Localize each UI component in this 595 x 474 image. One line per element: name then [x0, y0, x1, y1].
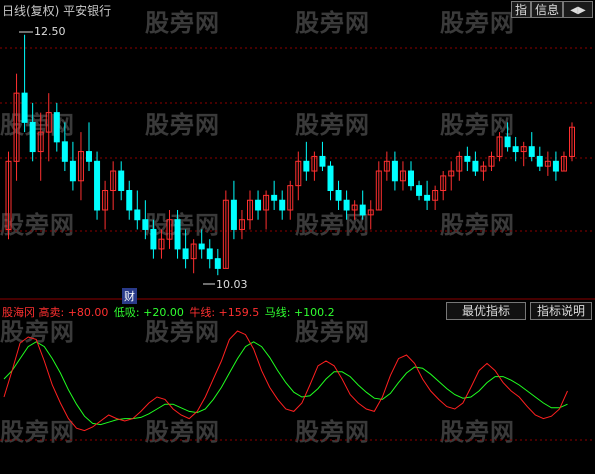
candle-body	[303, 160, 310, 172]
indicator-help-button[interactable]: 指标说明	[530, 302, 592, 320]
candle-body	[126, 190, 133, 211]
candle-body	[206, 248, 213, 260]
legend-item: 马线: +100.2	[264, 306, 335, 319]
info-button[interactable]: 信息	[531, 1, 563, 18]
candle-body	[464, 155, 471, 162]
grid-lines	[0, 47, 595, 441]
candle-body	[512, 146, 519, 153]
candle-body	[142, 219, 149, 230]
candle-body	[182, 248, 189, 260]
candle-body	[472, 160, 479, 172]
candle-body	[134, 209, 141, 221]
candle-body	[255, 199, 262, 211]
candle-body	[198, 243, 205, 250]
chart-canvas	[0, 31, 595, 441]
candle-body	[29, 121, 36, 153]
candle-body	[327, 165, 334, 192]
candle-body	[359, 204, 366, 216]
bull-line	[3, 330, 568, 432]
index-button[interactable]: 指	[511, 1, 531, 18]
candle-body	[94, 160, 101, 211]
nav-arrows-button[interactable]: ◀▶	[563, 1, 593, 18]
candle-body	[279, 199, 286, 211]
candle-body	[150, 228, 157, 250]
candle-body	[424, 194, 431, 201]
candle-body	[69, 160, 76, 182]
candle-body	[230, 199, 237, 230]
candle-body	[319, 155, 326, 167]
indicator-legend: 股海冈 高卖: +80.00 低吸: +20.00 牛线: +159.5 马线:…	[2, 304, 337, 320]
candle-body	[536, 155, 543, 167]
candle-body	[271, 194, 278, 201]
oscillator-series	[3, 330, 568, 432]
legend-item: 牛线: +159.5	[189, 306, 260, 319]
candle-body	[391, 160, 398, 182]
candle-body	[408, 170, 414, 187]
candle-body	[552, 160, 559, 172]
candle-body	[528, 146, 535, 157]
top-toolbar: 日线(复权) 平安银行 指 信息 ◀▶	[0, 0, 595, 20]
candle-body	[174, 219, 181, 250]
best-indicator-button[interactable]: 最优指标	[446, 302, 526, 320]
legend-item: 股海冈 高卖: +80.00	[2, 306, 109, 319]
low-price-label: 10.03	[216, 278, 248, 291]
candle-body	[343, 199, 350, 211]
chart-title: 日线(复权) 平安银行	[2, 4, 112, 18]
candle-body	[416, 185, 423, 196]
candle-body	[86, 151, 92, 162]
legend-item: 低吸: +20.00	[113, 306, 184, 319]
candle-body	[21, 92, 28, 123]
horse-line	[3, 341, 568, 426]
candle-body	[214, 258, 221, 269]
candle-body	[335, 190, 342, 201]
high-price-label: 12.50	[34, 25, 66, 38]
finance-marker[interactable]: 财	[122, 288, 137, 304]
candle-body	[118, 170, 125, 192]
candle-body	[61, 141, 68, 162]
candle-body	[504, 136, 511, 148]
candle-body	[53, 112, 60, 143]
